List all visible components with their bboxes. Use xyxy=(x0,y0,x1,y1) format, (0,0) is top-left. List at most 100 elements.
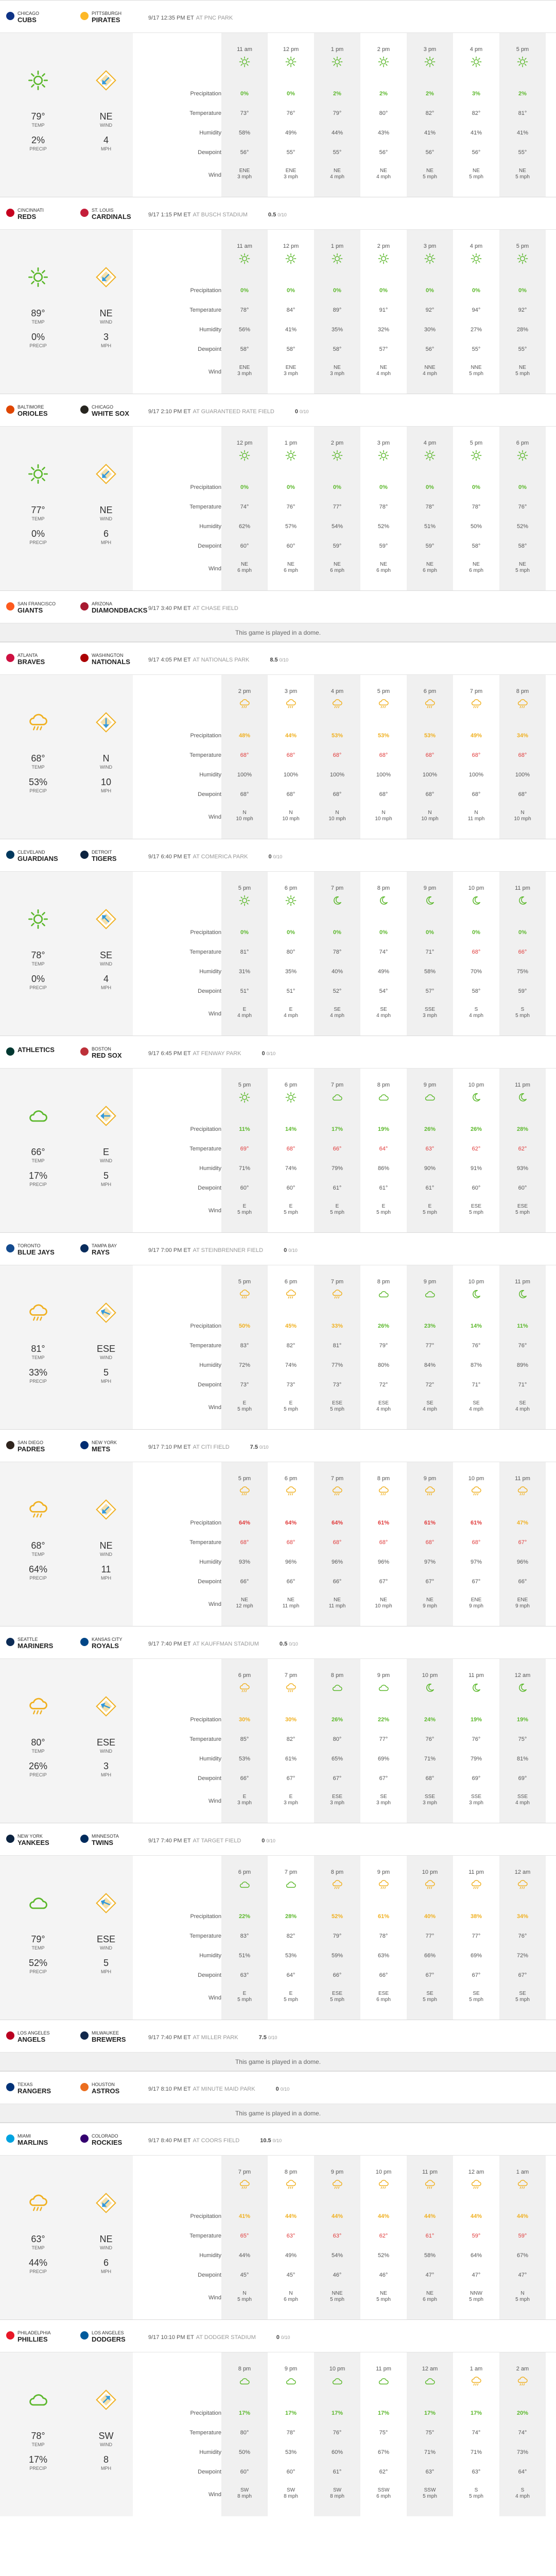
home-team[interactable]: TAMPA BAY RAYS xyxy=(92,1243,117,1256)
away-team[interactable]: SAN FRANCISCO GIANTS xyxy=(18,601,56,614)
wind-row-label: Wind xyxy=(208,1601,221,1607)
away-team[interactable]: ATHLETICS xyxy=(18,1046,55,1054)
humidity-cell: 43% xyxy=(377,130,390,136)
dewpoint-cell: 71° xyxy=(518,1382,527,1388)
away-team[interactable]: SAN DIEGO PADRES xyxy=(18,1440,45,1453)
wind-cell-speed: 6 mph xyxy=(469,568,483,573)
dewpoint-cell: 73° xyxy=(286,1382,296,1388)
rain-icon xyxy=(378,1486,389,1496)
wind-cell: SSE 3 mph xyxy=(407,1007,453,1019)
away-team[interactable]: CINCINNATI REDS xyxy=(18,208,44,221)
away-team[interactable]: CHICAGO CUBS xyxy=(18,11,39,24)
venue-name[interactable]: AT BUSCH STADIUM xyxy=(193,212,248,218)
temp-cell: 77° xyxy=(472,1933,481,1939)
away-team[interactable]: LOS ANGELES ANGELS xyxy=(18,2030,50,2043)
wind-cell-direction: NE xyxy=(241,562,248,567)
precip-cell: 0% xyxy=(333,287,341,294)
mph-label: MPH xyxy=(101,1969,111,1974)
venue-name[interactable]: AT NATIONALS PARK xyxy=(193,657,250,663)
away-team[interactable]: TORONTO BLUE JAYS xyxy=(18,1243,55,1256)
away-team[interactable]: SEATTLE MARINERS xyxy=(18,1637,53,1650)
humidity-cell: 63% xyxy=(377,1953,390,1959)
away-team[interactable]: BALTIMORE ORIOLES xyxy=(18,404,48,417)
dewpoint-cell: 51° xyxy=(286,988,296,994)
venue-name[interactable]: AT STEINBRENNER FIELD xyxy=(193,1247,264,1253)
home-team-name: RAYS xyxy=(92,1248,110,1256)
wind-row-label: Wind xyxy=(208,1995,221,2001)
home-team[interactable]: ARIZONA DIAMONDBACKS xyxy=(92,601,147,614)
precip-cell: 28% xyxy=(285,1913,297,1920)
humidity-cell: 50% xyxy=(238,2449,251,2455)
dewpoint-cell: 64° xyxy=(518,2469,527,2475)
wind-cell-speed: 5 mph xyxy=(423,174,437,180)
home-team[interactable]: ST. LOUIS CARDINALS xyxy=(92,208,131,221)
home-team[interactable]: LOS ANGELES DODGERS xyxy=(92,2330,126,2343)
dewpoint-cell: 67° xyxy=(472,1579,481,1585)
venue-name[interactable]: AT COORS FIELD xyxy=(193,2138,240,2144)
game-info: 9/17 3:40 PM ETAT CHASE FIELD0/10 xyxy=(148,605,238,612)
wind-cell-speed: 5 mph xyxy=(469,1997,483,2003)
away-team[interactable]: PHILADELPHIA PHILLIES xyxy=(18,2330,51,2343)
hour-label: 6 pm xyxy=(423,688,437,694)
wind-cell-direction: ESE xyxy=(517,1204,528,1209)
venue-name[interactable]: AT MILLER PARK xyxy=(193,2035,238,2041)
precip-label: PRECIP xyxy=(29,1772,47,1777)
dewpoint-row-label: Dewpoint xyxy=(198,1185,221,1191)
dewpoint-cell: 45° xyxy=(240,2272,249,2278)
home-team[interactable]: WASHINGTON NATIONALS xyxy=(92,653,130,666)
venue-name[interactable]: AT CITI FIELD xyxy=(193,1444,230,1450)
home-team[interactable]: BOSTON RED SOX xyxy=(92,1046,122,1059)
venue-name[interactable]: AT GUARANTEED RATE FIELD xyxy=(193,409,274,415)
venue-name[interactable]: AT PNC PARK xyxy=(196,15,233,21)
wind-cell: NE 4 mph xyxy=(360,365,407,377)
cloud-icon xyxy=(332,2378,342,2385)
venue-name[interactable]: AT FENWAY PARK xyxy=(193,1050,241,1057)
home-team[interactable]: DETROIT TIGERS xyxy=(92,850,116,862)
home-team[interactable]: MINNESOTA TWINS xyxy=(92,1834,119,1846)
temp-label: TEMP xyxy=(31,2245,45,2250)
temp-cell: 66° xyxy=(518,949,527,955)
wind-cell-speed: 5 mph xyxy=(423,1997,437,2003)
moon-icon xyxy=(334,896,341,905)
away-team[interactable]: CLEVELAND GUARDIANS xyxy=(18,850,58,862)
home-team[interactable]: KANSAS CITY ROYALS xyxy=(92,1637,123,1650)
venue-name[interactable]: AT DODGER STADIUM xyxy=(196,2334,256,2341)
home-team[interactable]: CHICAGO WHITE SOX xyxy=(92,404,129,417)
precip-cell: 0% xyxy=(518,287,527,294)
temp-row-label: Temperature xyxy=(189,1343,221,1349)
humidity-cell: 51% xyxy=(238,1953,251,1959)
home-team[interactable]: MILWAUKEE BREWERS xyxy=(92,2030,126,2043)
wind-cell-direction: NE xyxy=(473,168,480,174)
venue-name[interactable]: AT CHASE FIELD xyxy=(193,605,238,612)
wind-cell-speed: 5 mph xyxy=(423,2494,437,2499)
wind-cell: N 10 mph xyxy=(499,810,546,822)
precip-cell: 0% xyxy=(426,287,434,294)
temp-cell: 74° xyxy=(472,2430,481,2436)
precip-cell: 41% xyxy=(238,2213,251,2219)
venue-name[interactable]: AT COMERICA PARK xyxy=(193,854,248,860)
venue-name[interactable]: AT KAUFFMAN STADIUM xyxy=(193,1641,259,1647)
temp-cell: 80° xyxy=(333,1736,342,1742)
home-team[interactable]: PITTSBURGH PIRATES xyxy=(92,11,121,24)
away-team[interactable]: ATLANTA BRAVES xyxy=(18,653,45,666)
wind-cell: ESE 5 mph xyxy=(314,1400,360,1413)
summary-precip: 0% xyxy=(31,529,45,539)
humidity-cell: 93% xyxy=(238,1559,251,1565)
away-team[interactable]: TEXAS RANGERS xyxy=(18,2082,51,2095)
precip-cell: 14% xyxy=(285,1126,297,1132)
precip-cell: 0% xyxy=(426,929,434,936)
summary-precip: 2% xyxy=(31,135,45,145)
home-team[interactable]: HOUSTON ASTROS xyxy=(92,2082,119,2095)
home-team[interactable]: NEW YORK METS xyxy=(92,1440,117,1453)
home-team[interactable]: COLORADO ROCKIES xyxy=(92,2133,122,2146)
wind-cell-direction: N xyxy=(428,810,432,816)
wind-direction-icon xyxy=(96,1696,116,1717)
venue-name[interactable]: AT TARGET FIELD xyxy=(193,1838,241,1844)
away-team[interactable]: MIAMI MARLINS xyxy=(18,2133,48,2146)
venue-name[interactable]: AT MINUTE MAID PARK xyxy=(193,2086,255,2092)
wind-cell-speed: 12 mph xyxy=(236,1603,253,1609)
wind-cell-speed: 5 mph xyxy=(330,2297,344,2302)
summary-panel: 66° TEMP 17% PRECIP E WIND 5 MPH xyxy=(0,1069,133,1232)
away-team[interactable]: NEW YORK YANKEES xyxy=(18,1834,49,1846)
game-card: CINCINNATI REDS ST. LOUIS CARDINALS 9/17 1:1… xyxy=(0,197,556,394)
